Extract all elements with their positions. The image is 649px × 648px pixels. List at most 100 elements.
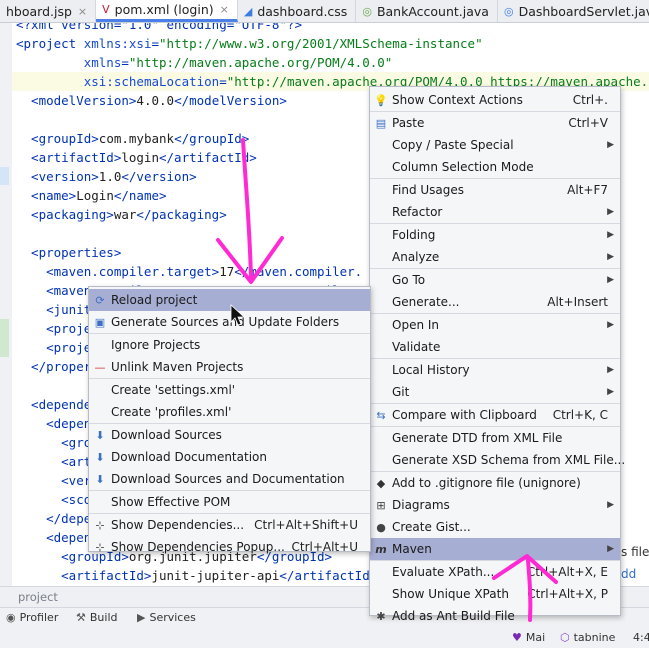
menu-item-show-context-actions[interactable]: 💡 Show Context Actions Ctrl+. [370,89,620,111]
menu-item-label: Show Dependencies... [111,518,245,532]
code-token: <?xml version="1.0" encoding="UTF-8"?> [16,23,302,32]
menu-item-show-dependencies[interactable]: ⊹ Show Dependencies... Ctrl+Alt+Shift+U [89,514,370,536]
code-token: = [219,74,227,89]
code-line: <maven.compiler.target>17</maven.compile… [16,262,362,281]
code-token: <modelVersion> [16,93,137,108]
services-tab[interactable]: ▶ Services [137,611,196,624]
menu-item-find-usages[interactable]: Find Usages Alt+F7 [370,179,620,201]
menu-item-show-dependencies-popup[interactable]: ⊹ Show Dependencies Popup... Ctrl+Alt+U [89,536,370,558]
notification-link[interactable]: dd [621,567,636,581]
code-line: <properties> [16,243,121,262]
download-icon: ⬇ [95,450,105,464]
submenu-arrow-icon: ▶ [607,387,614,397]
code-token: Login [76,188,114,203]
code-token: junit-jupiter-api [151,568,280,583]
close-icon[interactable]: × [78,5,87,18]
menu-item-label: Validate [392,340,441,354]
heart-widget[interactable]: ♥ Mai [512,631,545,644]
menu-item-unlink-maven-projects[interactable]: — Unlink Maven Projects [89,356,370,378]
code-token: com.mybank [98,131,175,146]
caret-position[interactable]: 4:4 [633,631,649,644]
submenu-arrow-icon: ▶ [607,320,614,330]
menu-item-add-as-ant-build-file[interactable]: ✱ Add as Ant Build File [370,605,620,627]
menu-item-label: Git [392,385,410,399]
menu-item-download-documentation[interactable]: ⬇ Download Documentation [89,446,370,468]
build-tab[interactable]: ⚒ Build [76,611,118,624]
maven-icon: V [102,3,110,16]
menu-item-label: Go To [392,273,426,287]
menu-item-label: Create Gist... [392,520,471,534]
menu-item-refactor[interactable]: Refactor ▶ [370,201,620,223]
menu-item-evaluate-xpath[interactable]: Evaluate XPath... Ctrl+Alt+X, E [370,561,620,583]
menu-item-create-settings-xml[interactable]: Create 'settings.xml' [89,379,370,401]
tab-2[interactable]: ◢ dashboard.css [238,0,357,22]
menu-item-show-unique-xpath[interactable]: Show Unique XPath Ctrl+Alt+X, P [370,583,620,605]
menu-item-copy-paste-special[interactable]: Copy / Paste Special ▶ [370,134,620,156]
maven-submenu: ⟳ Reload project ▣ Generate Sources and Upd… [88,286,371,554]
menu-item-label: Show Dependencies Popup... [111,540,285,554]
gitignore-icon: ◆ [376,476,386,490]
menu-item-download-sources[interactable]: ⬇ Download Sources [89,424,370,446]
submenu-arrow-icon: ▶ [607,365,614,375]
code-token: = [151,36,159,51]
code-token: "http://www.w3.org/2001/XMLSchema-instan… [159,36,483,51]
menu-item-maven[interactable]: m Maven ▶ [370,538,620,560]
code-token: <name> [16,188,77,203]
menu-item-generate[interactable]: Generate... Alt+Insert [370,291,620,313]
menu-item-label: Show Context Actions [392,93,523,107]
menu-item-git[interactable]: Git ▶ [370,381,620,403]
close-icon[interactable]: × [220,3,229,16]
code-line: <depende [16,395,91,414]
menu-item-create-gist[interactable]: ● Create Gist... [370,516,620,538]
notification-text: s files [621,545,649,559]
code-line: <proje [16,338,91,357]
menu-item-generate-dtd-from-xml-file[interactable]: Generate DTD from XML File [370,427,620,449]
code-token: </packaging> [136,207,227,222]
code-line: <?xml version="1.0" encoding="UTF-8"?> [16,23,302,34]
code-line: xmlns="http://maven.apache.org/POM/4.0.0… [16,53,393,72]
menu-item-label: Evaluate XPath... [392,565,495,579]
hammer-icon: ⚒ [76,611,86,624]
editor-tab-bar: hboard.jsp × Vpom.xml (login) × ◢ dashboard.c… [0,0,649,23]
submenu-arrow-icon: ▶ [607,252,614,262]
menu-item-add-to-gitignore-file-unignore[interactable]: ◆ Add to .gitignore file (unignore) [370,472,620,494]
menu-item-generate-xsd-schema-from-xml-file[interactable]: Generate XSD Schema from XML File... [370,449,625,471]
menu-item-local-history[interactable]: Local History ▶ [370,359,620,381]
code-token: <ver [16,473,92,488]
folder-gen-icon: ▣ [94,315,106,329]
class-icon: ◎ [362,4,372,18]
menu-item-diagrams[interactable]: ⊞ Diagrams ▶ [370,494,620,516]
menu-item-ignore-projects[interactable]: Ignore Projects [89,334,370,356]
menu-item-label: Copy / Paste Special [392,138,514,152]
menu-item-generate-sources-and-update-folders[interactable]: ▣ Generate Sources and Update Folders [89,311,370,333]
profiler-icon: ◉ [6,611,16,624]
tab-4[interactable]: ◎ DashboardServlet.java [498,0,649,22]
menu-item-label: Folding [392,228,436,242]
code-line: <depen [16,414,91,433]
code-token: <packaging> [16,207,114,222]
profiler-tab[interactable]: ◉ Profiler [6,611,58,624]
menu-item-download-sources-and-documentation[interactable]: ⬇ Download Sources and Documentation [89,468,370,490]
menu-item-open-in[interactable]: Open In ▶ [370,314,620,336]
menu-item-reload-project[interactable]: ⟳ Reload project [89,289,370,311]
tabnine-widget[interactable]: ⬡ tabnine [560,631,615,644]
tab-0[interactable]: hboard.jsp × [0,0,97,22]
code-token: "http://maven.apache.org/POM/4.0.0" [128,55,393,70]
code-line: <sco [16,490,91,509]
menu-item-show-effective-pom[interactable]: Show Effective POM [89,491,370,513]
tab-3[interactable]: ◎ BankAccount.java [356,0,498,22]
menu-item-create-profiles-xml[interactable]: Create 'profiles.xml' [89,401,370,423]
menu-item-go-to[interactable]: Go To ▶ [370,269,620,291]
menu-item-label: Paste [392,116,425,130]
menu-item-column-selection-mode[interactable]: Column Selection Mode [370,156,620,178]
menu-item-folding[interactable]: Folding ▶ [370,224,620,246]
services-label: Services [149,611,196,624]
menu-item-compare-with-clipboard[interactable]: ⇆ Compare with Clipboard Ctrl+K, C [370,404,620,426]
menu-item-label: Local History [392,363,470,377]
tab-1[interactable]: Vpom.xml (login) × [96,0,238,22]
css-icon: ◢ [243,4,253,18]
menu-item-paste[interactable]: ▤ Paste Ctrl+V [370,112,620,134]
code-line: </proper [16,357,91,376]
menu-item-analyze[interactable]: Analyze ▶ [370,246,620,268]
menu-item-validate[interactable]: Validate [370,336,620,358]
